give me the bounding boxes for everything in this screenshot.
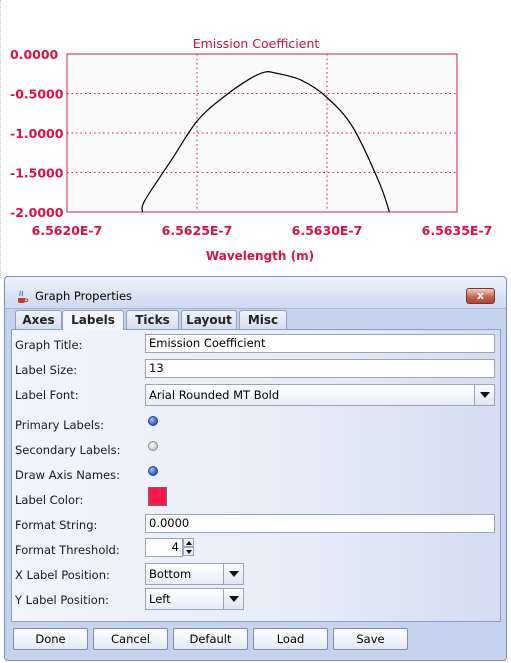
draw-axis-names-label: Draw Axis Names: bbox=[15, 468, 120, 482]
dialog-titlebar[interactable]: Graph Properties x bbox=[5, 277, 506, 309]
close-button[interactable]: x bbox=[466, 288, 495, 304]
format-threshold-label: Format Threshold: bbox=[15, 543, 120, 557]
graph-properties-dialog: Graph Properties x Axes Labels Ticks Lay… bbox=[4, 276, 507, 661]
labels-panel: Graph Title: Emission Coefficient Label … bbox=[11, 329, 501, 622]
label-font-label: Label Font: bbox=[15, 388, 79, 402]
y-tick-label: -0.5000 bbox=[10, 87, 64, 102]
tab-ticks[interactable]: Ticks bbox=[126, 310, 179, 329]
save-button[interactable]: Save bbox=[333, 628, 408, 650]
x-tick-label: 6.5625E-7 bbox=[162, 223, 233, 238]
java-coffee-icon bbox=[18, 290, 29, 303]
chevron-down-icon[interactable] bbox=[223, 564, 243, 584]
y-label-position-label: Y Label Position: bbox=[15, 593, 110, 607]
label-font-select[interactable]: Arial Rounded MT Bold bbox=[145, 384, 495, 406]
tab-misc[interactable]: Misc bbox=[239, 310, 287, 329]
y-label-position-value: Left bbox=[149, 592, 171, 606]
emission-chart: 0.0000 -0.5000 -1.0000 -1.5000 -2.0000 6.562… bbox=[10, 36, 493, 263]
x-label-position-label: X Label Position: bbox=[15, 568, 110, 582]
y-label-position-select[interactable]: Left bbox=[145, 588, 244, 610]
label-color-swatch[interactable] bbox=[148, 487, 167, 506]
primary-labels-checkbox[interactable] bbox=[148, 416, 158, 426]
primary-labels-label: Primary Labels: bbox=[15, 418, 104, 432]
graph-title-input[interactable]: Emission Coefficient bbox=[145, 334, 495, 353]
x-tick-label: 6.5630E-7 bbox=[292, 223, 363, 238]
default-button[interactable]: Default bbox=[173, 628, 248, 650]
format-threshold-spinner[interactable]: 4 bbox=[145, 538, 195, 557]
format-string-input[interactable]: 0.0000 bbox=[145, 514, 495, 533]
format-threshold-input[interactable]: 4 bbox=[145, 538, 183, 557]
tab-layout[interactable]: Layout bbox=[181, 310, 237, 329]
x-label-position-value: Bottom bbox=[149, 567, 192, 581]
dialog-title: Graph Properties bbox=[35, 289, 133, 303]
chart-title: Emission Coefficient bbox=[193, 36, 320, 51]
y-tick-label: -1.0000 bbox=[10, 126, 64, 141]
spin-up-arrow-icon[interactable] bbox=[183, 538, 194, 547]
done-button[interactable]: Done bbox=[13, 628, 88, 650]
graph-title-label: Graph Title: bbox=[15, 338, 83, 352]
secondary-labels-label: Secondary Labels: bbox=[15, 443, 121, 457]
secondary-labels-checkbox[interactable] bbox=[148, 441, 158, 451]
draw-axis-names-checkbox[interactable] bbox=[148, 466, 158, 476]
y-tick-label: -2.0000 bbox=[10, 205, 64, 220]
x-axis-name: Wavelength (m) bbox=[206, 249, 314, 263]
label-color-label: Label Color: bbox=[15, 493, 84, 507]
label-font-value: Arial Rounded MT Bold bbox=[149, 388, 280, 402]
y-tick-label: -1.5000 bbox=[10, 166, 64, 181]
y-tick-label: 0.0000 bbox=[10, 47, 59, 62]
tab-axes[interactable]: Axes bbox=[15, 310, 62, 329]
chevron-down-icon[interactable] bbox=[474, 385, 494, 405]
load-button[interactable]: Load bbox=[253, 628, 328, 650]
cancel-button[interactable]: Cancel bbox=[93, 628, 168, 650]
format-string-label: Format String: bbox=[15, 518, 98, 532]
spin-down-arrow-icon[interactable] bbox=[183, 547, 194, 556]
tab-labels[interactable]: Labels bbox=[62, 310, 124, 330]
x-tick-label: 6.5635E-7 bbox=[422, 223, 493, 238]
label-size-label: Label Size: bbox=[15, 363, 78, 377]
chevron-down-icon[interactable] bbox=[223, 589, 243, 609]
graph-canvas: 0.0000 -0.5000 -1.0000 -1.5000 -2.0000 6.562… bbox=[0, 0, 511, 276]
label-size-input[interactable]: 13 bbox=[145, 359, 495, 378]
x-label-position-select[interactable]: Bottom bbox=[145, 563, 244, 585]
x-tick-label: 6.5620E-7 bbox=[32, 223, 103, 238]
